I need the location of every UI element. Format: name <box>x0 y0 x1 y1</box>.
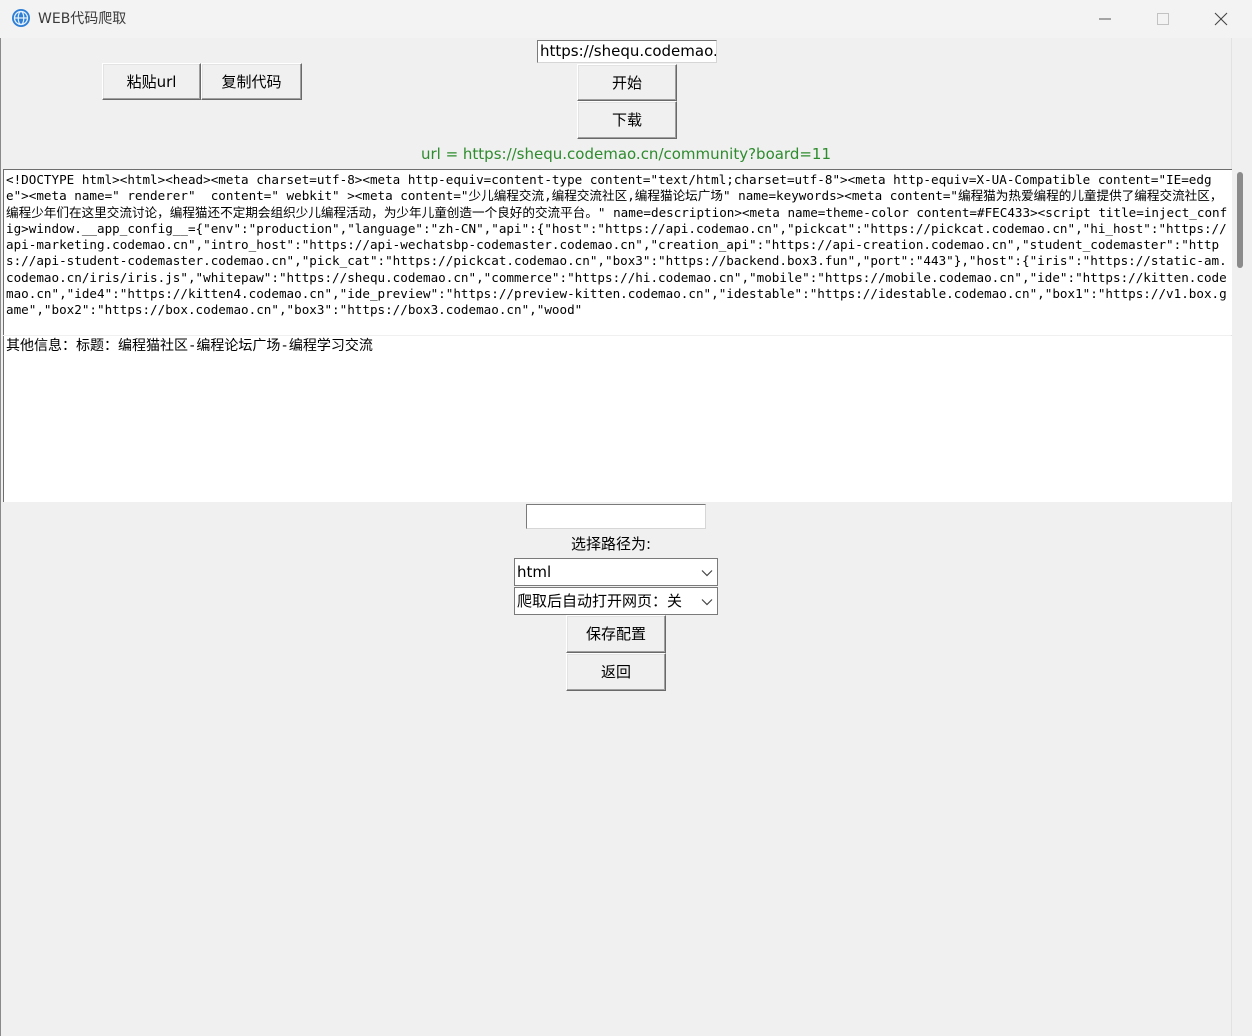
url-status-label: url = https://shequ.codemao.cn/community… <box>420 145 832 163</box>
minimize-icon <box>1099 18 1111 20</box>
scrollbar-thumb[interactable] <box>1237 172 1243 268</box>
path-select[interactable]: html <box>514 558 718 586</box>
minimize-button[interactable] <box>1076 0 1134 38</box>
download-button[interactable]: 下载 <box>577 101 677 139</box>
info-text: 其他信息：标题：编程猫社区-编程论坛广场-编程学习交流 <box>6 338 373 354</box>
path-label: 选择路径为: <box>571 535 652 553</box>
paste-url-button[interactable]: 粘贴url <box>102 63 201 100</box>
window-title: WEB代码爬取 <box>38 11 127 27</box>
back-button[interactable]: 返回 <box>566 653 666 691</box>
source-code-text: <!DOCTYPE html><html><head><meta charset… <box>6 172 1228 318</box>
close-icon <box>1214 12 1228 26</box>
title-bar: WEB代码爬取 <box>0 0 1252 38</box>
chevron-down-icon <box>701 570 713 577</box>
chevron-down-icon <box>701 599 713 606</box>
maximize-button[interactable] <box>1134 0 1192 38</box>
app-globe-icon <box>12 9 30 27</box>
maximize-icon <box>1157 13 1169 25</box>
auto-open-select[interactable]: 爬取后自动打开网页：关 <box>514 587 718 615</box>
auto-open-select-value: 爬取后自动打开网页：关 <box>517 592 683 610</box>
source-code-textarea[interactable]: <!DOCTYPE html><html><head><meta charset… <box>3 169 1232 335</box>
info-textarea[interactable]: 其他信息：标题：编程猫社区-编程论坛广场-编程学习交流 <box>3 336 1232 502</box>
close-button[interactable] <box>1192 0 1250 38</box>
save-config-button[interactable]: 保存配置 <box>566 615 666 653</box>
url-input[interactable]: https://shequ.codemao.cn/community?board… <box>537 40 717 63</box>
copy-code-button[interactable]: 复制代码 <box>201 63 302 100</box>
path-select-value: html <box>517 563 552 581</box>
blank-input[interactable] <box>526 504 706 529</box>
start-button[interactable]: 开始 <box>577 64 677 101</box>
